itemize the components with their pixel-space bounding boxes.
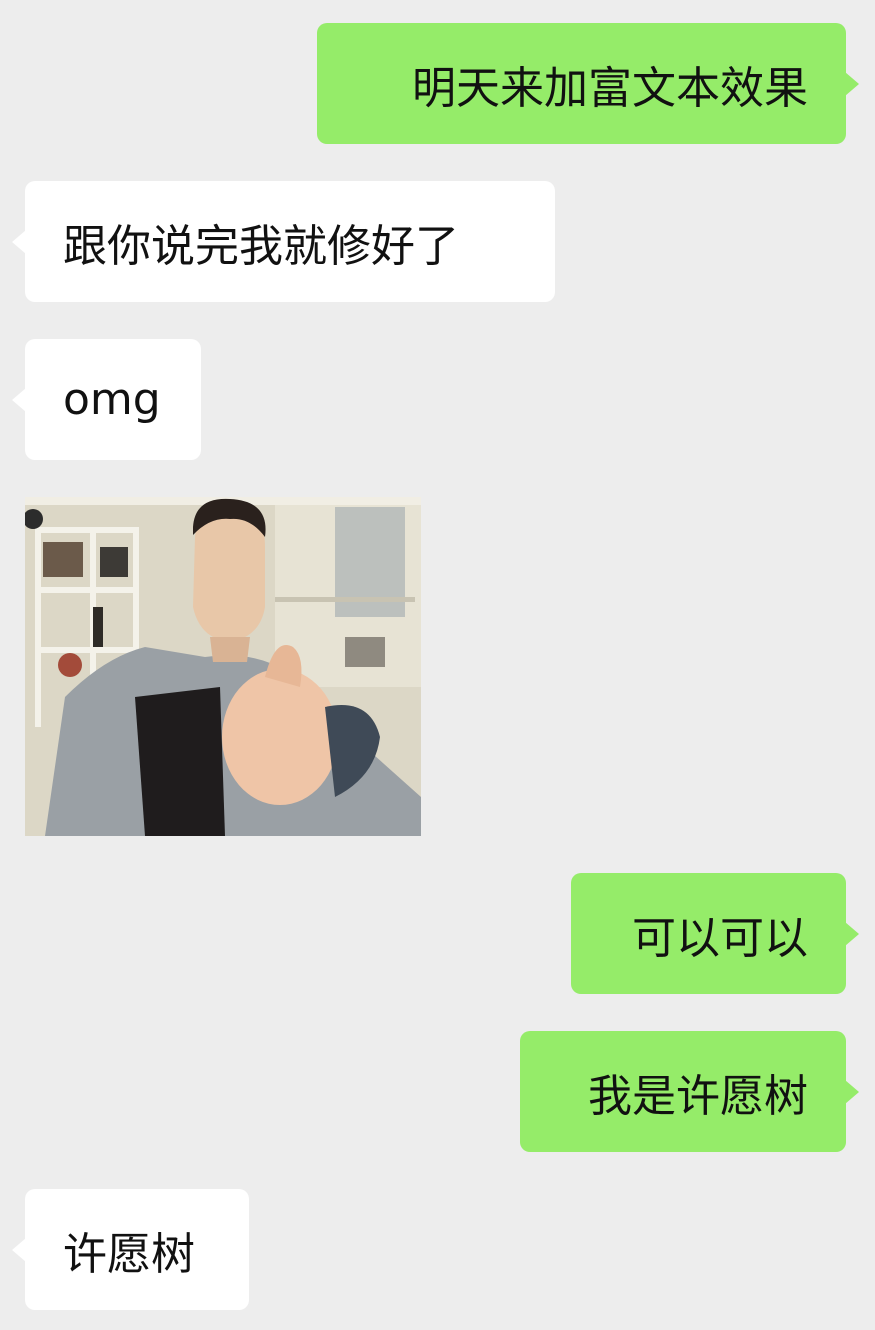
message-bubble-outgoing[interactable]: 可以可以 xyxy=(571,873,859,994)
message-bubble-outgoing[interactable]: 明天来加富文本效果 xyxy=(317,23,859,144)
message-text: 许愿树 xyxy=(63,1228,195,1280)
message-bubble-incoming[interactable]: omg xyxy=(12,339,201,460)
message-text: omg xyxy=(63,374,161,425)
message-text: 我是许愿树 xyxy=(588,1070,808,1122)
message-text: 跟你说完我就修好了 xyxy=(63,220,459,272)
message-bubble-incoming[interactable]: 许愿树 xyxy=(12,1189,249,1310)
thumbs-up-man-sticker xyxy=(25,497,421,836)
sticker-image[interactable] xyxy=(25,497,421,836)
message-bubble-outgoing[interactable]: 我是许愿树 xyxy=(520,1031,859,1152)
message-text: 可以可以 xyxy=(632,912,808,964)
message-text: 明天来加富文本效果 xyxy=(412,62,808,114)
message-bubble-incoming[interactable]: 跟你说完我就修好了 xyxy=(12,181,555,302)
